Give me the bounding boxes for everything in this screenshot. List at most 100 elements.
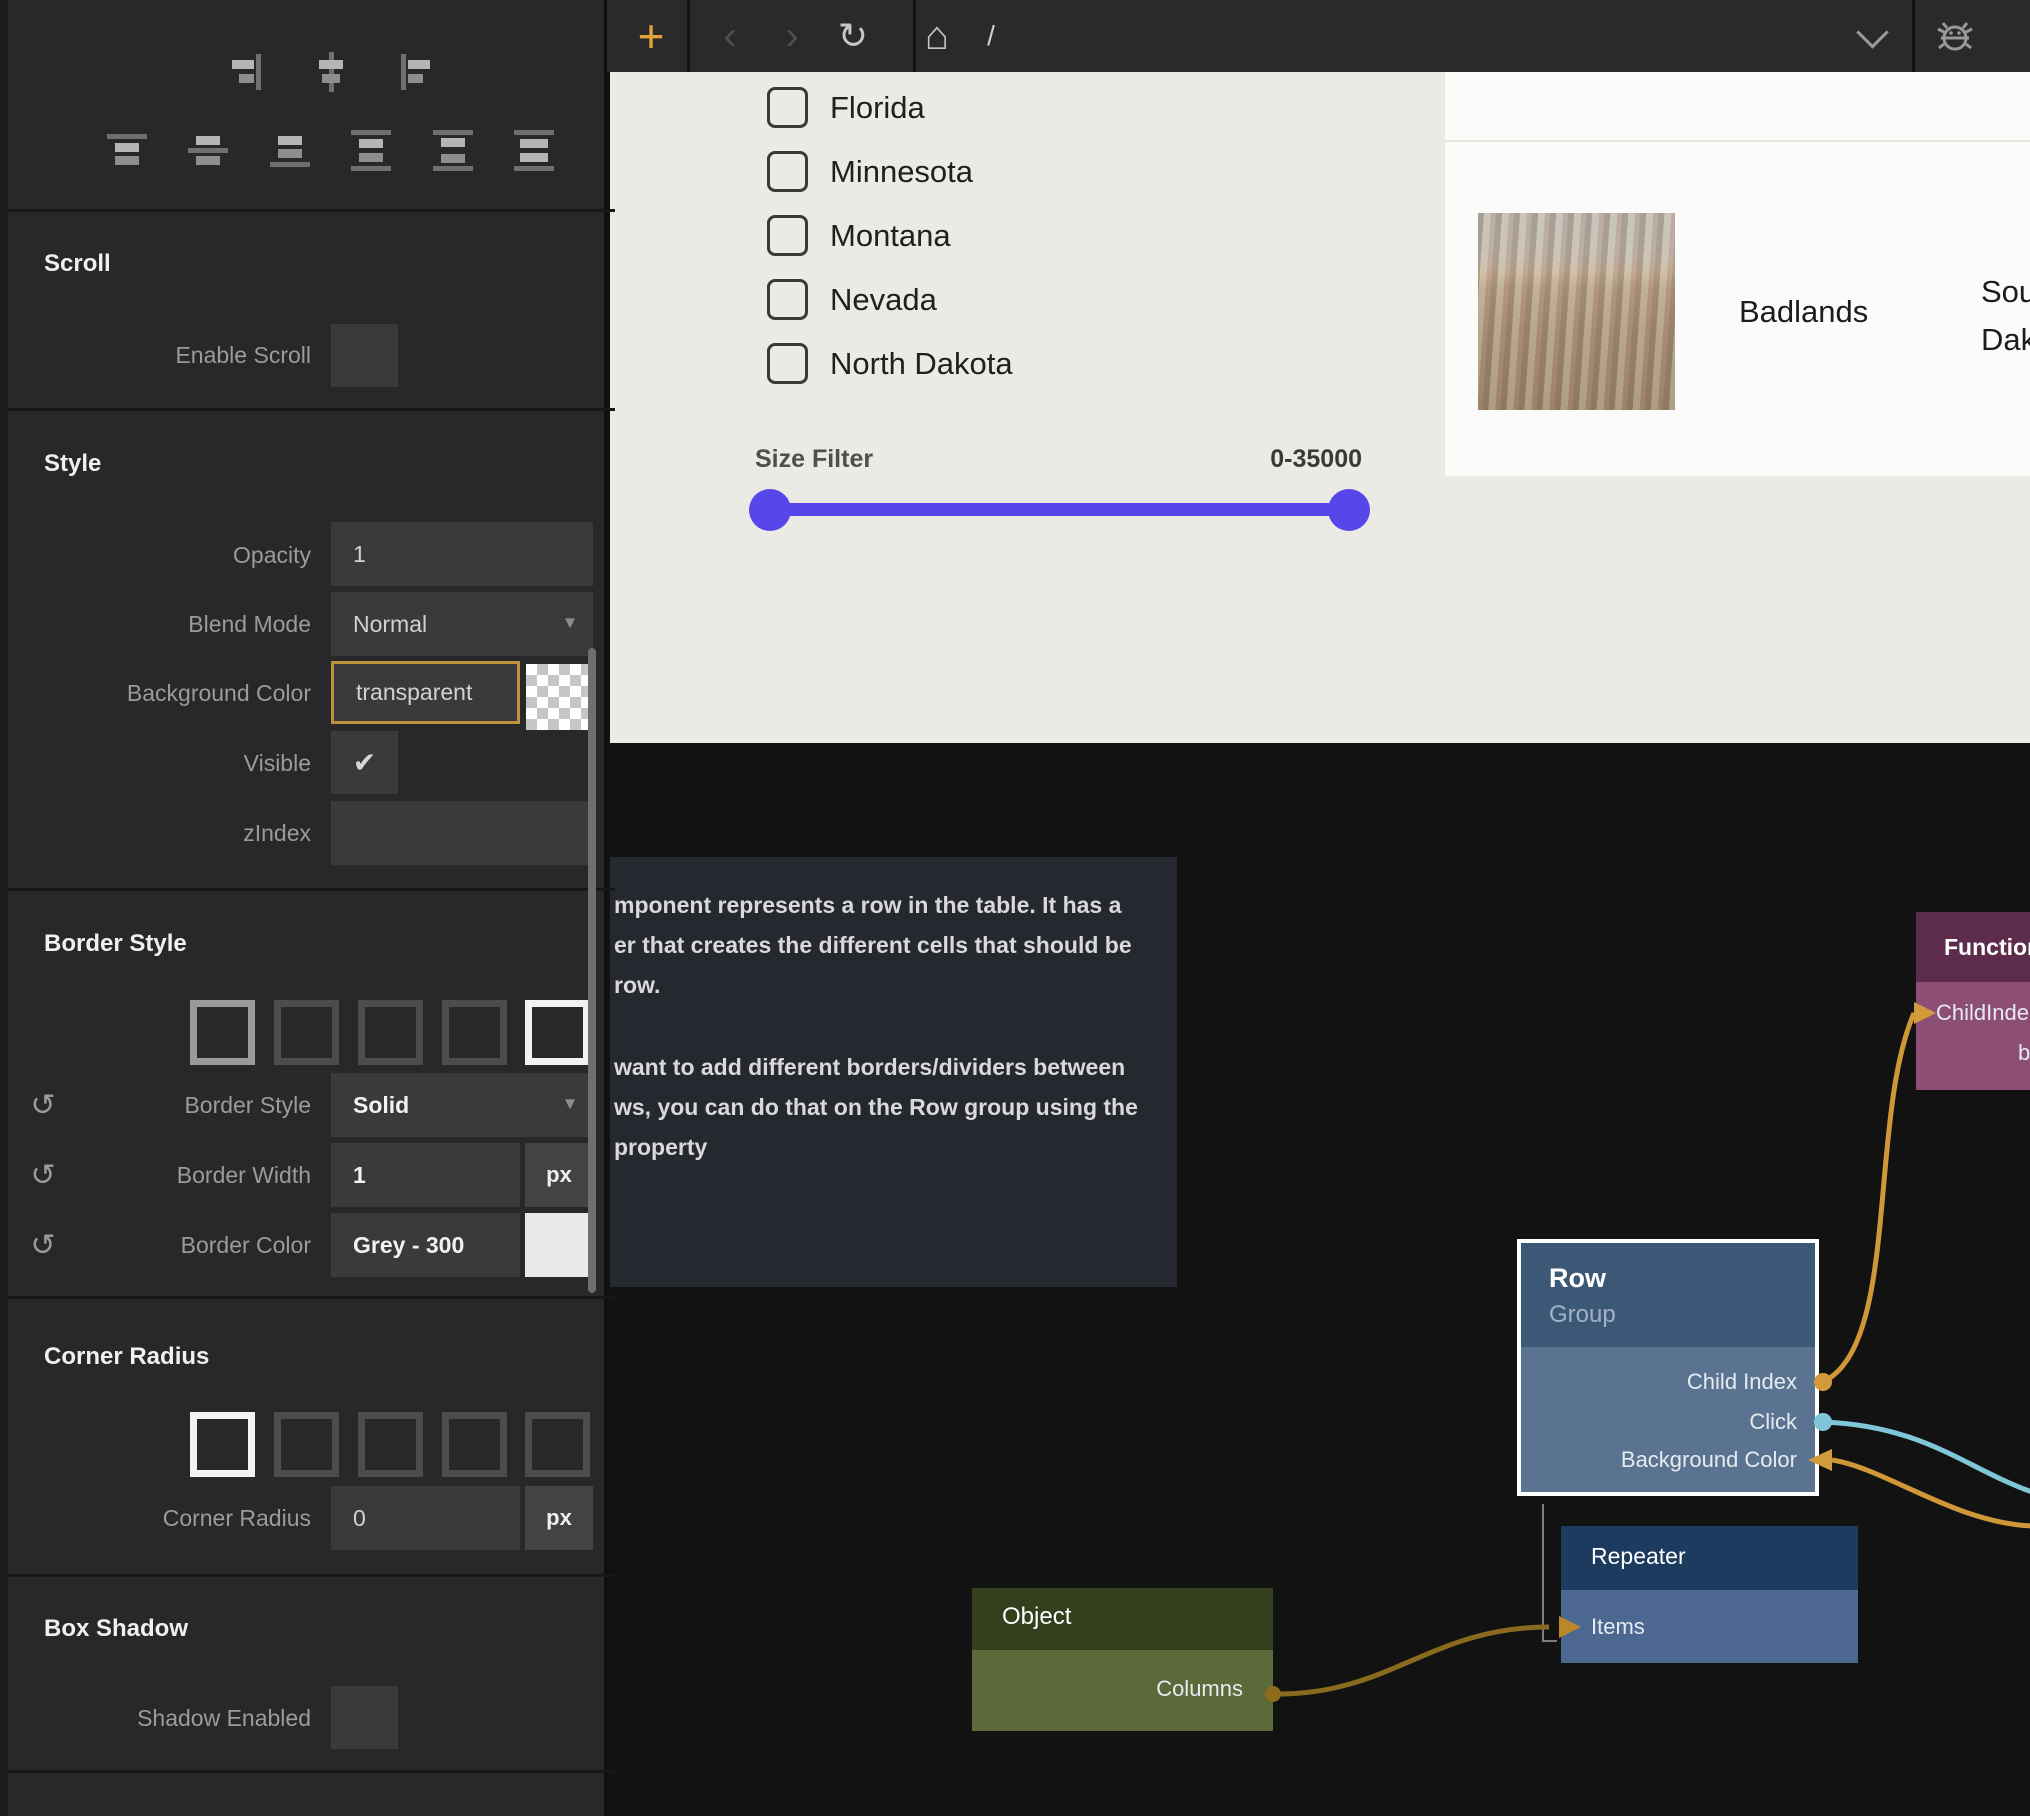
border-width-value: 1 xyxy=(353,1162,366,1189)
border-right-button[interactable] xyxy=(358,1000,423,1065)
card-title: Badlands xyxy=(1739,294,1868,330)
route-path[interactable]: / xyxy=(971,0,1011,72)
checkbox-montana[interactable] xyxy=(767,215,808,256)
nav-forward-button[interactable]: › xyxy=(767,0,817,72)
border-style-value: Solid xyxy=(353,1092,409,1119)
border-width-unit-button[interactable]: px xyxy=(525,1143,593,1207)
border-color-swatch[interactable] xyxy=(525,1213,593,1277)
refresh-button[interactable]: ↻ xyxy=(825,0,881,72)
visible-checkbox[interactable]: ✔ xyxy=(331,731,398,794)
debug-button[interactable] xyxy=(1925,0,1985,72)
border-width-unit: px xyxy=(546,1162,572,1188)
blend-mode-select[interactable]: Normal ▾ xyxy=(331,592,593,656)
add-page-button[interactable]: + xyxy=(615,0,687,72)
checkbox-north-dakota[interactable] xyxy=(767,343,808,384)
corner-bottom-left-button[interactable] xyxy=(525,1412,590,1477)
section-title-corner-radius: Corner Radius xyxy=(44,1343,209,1371)
section-divider xyxy=(8,1574,615,1577)
node-repeater[interactable]: Repeater Items xyxy=(1561,1526,1858,1663)
corner-radius-unit-button[interactable]: px xyxy=(525,1486,593,1550)
node-repeater-port-items[interactable]: Items xyxy=(1591,1614,1645,1640)
align-top-button[interactable] xyxy=(105,128,149,172)
border-left-button[interactable] xyxy=(525,1000,590,1065)
checkbox-florida[interactable] xyxy=(767,87,808,128)
border-width-label: Border Width xyxy=(8,1161,311,1189)
section-divider xyxy=(8,209,615,212)
corner-top-right-button[interactable] xyxy=(358,1412,423,1477)
opacity-value: 1 xyxy=(353,541,366,568)
checkbox-minnesota[interactable] xyxy=(767,151,808,192)
opacity-label: Opacity xyxy=(8,541,311,569)
chevron-down-icon xyxy=(1856,16,1889,49)
border-color-input[interactable]: Grey - 300 xyxy=(331,1213,520,1277)
node-object-port-columns[interactable]: Columns xyxy=(1156,1676,1243,1702)
chevron-down-icon: ▾ xyxy=(565,1091,575,1116)
size-filter-slider-thumb-min[interactable] xyxy=(749,489,791,531)
node-row-group-header: Row Group xyxy=(1521,1243,1815,1347)
background-color-swatch-transparent[interactable] xyxy=(526,664,591,730)
size-filter-slider-track[interactable] xyxy=(770,503,1349,516)
border-color-label: Border Color xyxy=(8,1231,311,1259)
border-style-select[interactable]: Solid ▾ xyxy=(331,1073,593,1137)
node-object[interactable]: Object Columns xyxy=(972,1588,1273,1731)
node-function[interactable]: Function ChildInde b xyxy=(1916,912,2030,1090)
node-row-group-port-background-color[interactable]: Background Color xyxy=(1621,1447,1797,1473)
node-row-group-port-click[interactable]: Click xyxy=(1749,1409,1797,1435)
corner-radius-input[interactable]: 0 xyxy=(331,1486,520,1550)
tooltip-line: row. xyxy=(614,965,1167,1005)
align-center-vertical-button[interactable] xyxy=(186,128,230,172)
border-style-label: Border Style xyxy=(8,1091,311,1119)
node-row-group-title: Row xyxy=(1549,1263,1606,1294)
card-state-line1: Sou xyxy=(1981,268,2030,316)
home-button[interactable]: ⌂ xyxy=(907,0,967,72)
checkbox-north-dakota-label: North Dakota xyxy=(830,346,1013,382)
opacity-input[interactable]: 1 xyxy=(331,522,593,586)
size-filter-label: Size Filter xyxy=(755,445,873,474)
section-title-border-style: Border Style xyxy=(44,930,187,958)
zindex-label: zIndex xyxy=(8,819,311,847)
sidebar-scrollbar[interactable] xyxy=(588,648,596,1293)
nav-back-button[interactable]: ‹ xyxy=(705,0,755,72)
corner-top-left-button[interactable] xyxy=(274,1412,339,1477)
tooltip-line: ws, you can do that on the Row group usi… xyxy=(614,1087,1167,1127)
shadow-enabled-checkbox[interactable] xyxy=(331,1686,398,1749)
border-top-button[interactable] xyxy=(274,1000,339,1065)
size-filter-slider-thumb-max[interactable] xyxy=(1328,489,1370,531)
route-path-text: / xyxy=(987,20,995,52)
align-center-horizontal-button[interactable] xyxy=(309,50,353,94)
bug-icon xyxy=(1934,15,1976,57)
section-divider xyxy=(8,1296,615,1299)
background-color-input[interactable]: transparent xyxy=(331,661,520,724)
align-bottom-button[interactable] xyxy=(268,128,312,172)
border-bottom-button[interactable] xyxy=(442,1000,507,1065)
distribute-vertical-button[interactable] xyxy=(349,128,393,172)
checkbox-nevada[interactable] xyxy=(767,279,808,320)
viewport-dropdown-button[interactable] xyxy=(1847,0,1897,72)
corner-bottom-right-button[interactable] xyxy=(442,1412,507,1477)
plus-icon: + xyxy=(638,9,665,63)
node-object-title: Object xyxy=(1002,1603,1071,1631)
visible-label: Visible xyxy=(8,749,311,777)
node-function-port-childindex[interactable]: ChildInde xyxy=(1936,1000,2029,1026)
tooltip-paragraph-gap xyxy=(614,1005,1167,1047)
section-divider xyxy=(8,408,615,411)
space-between-vertical-button[interactable] xyxy=(431,128,475,172)
chevron-left-icon: ‹ xyxy=(723,14,736,59)
border-all-button[interactable] xyxy=(190,1000,255,1065)
zindex-input[interactable] xyxy=(331,801,593,865)
size-filter-range: 0-35000 xyxy=(1200,445,1362,474)
corner-radius-value: 0 xyxy=(353,1505,366,1532)
shadow-enabled-label: Shadow Enabled xyxy=(8,1704,311,1732)
align-left-button[interactable] xyxy=(393,50,437,94)
enable-scroll-checkbox[interactable] xyxy=(331,324,398,387)
node-row-group-port-child-index[interactable]: Child Index xyxy=(1687,1369,1797,1395)
border-width-input[interactable]: 1 xyxy=(331,1143,520,1207)
corner-all-button[interactable] xyxy=(190,1412,255,1477)
align-right-button[interactable] xyxy=(225,50,269,94)
result-card[interactable]: Badlands Sou Dak xyxy=(1445,72,2030,476)
stretch-vertical-button[interactable] xyxy=(512,128,556,172)
tooltip-line: want to add different borders/dividers b… xyxy=(614,1047,1167,1087)
node-row-group[interactable]: Row Group Child Index Click Background C… xyxy=(1517,1239,1819,1496)
blend-mode-label: Blend Mode xyxy=(8,610,311,638)
checkbox-minnesota-label: Minnesota xyxy=(830,154,973,190)
